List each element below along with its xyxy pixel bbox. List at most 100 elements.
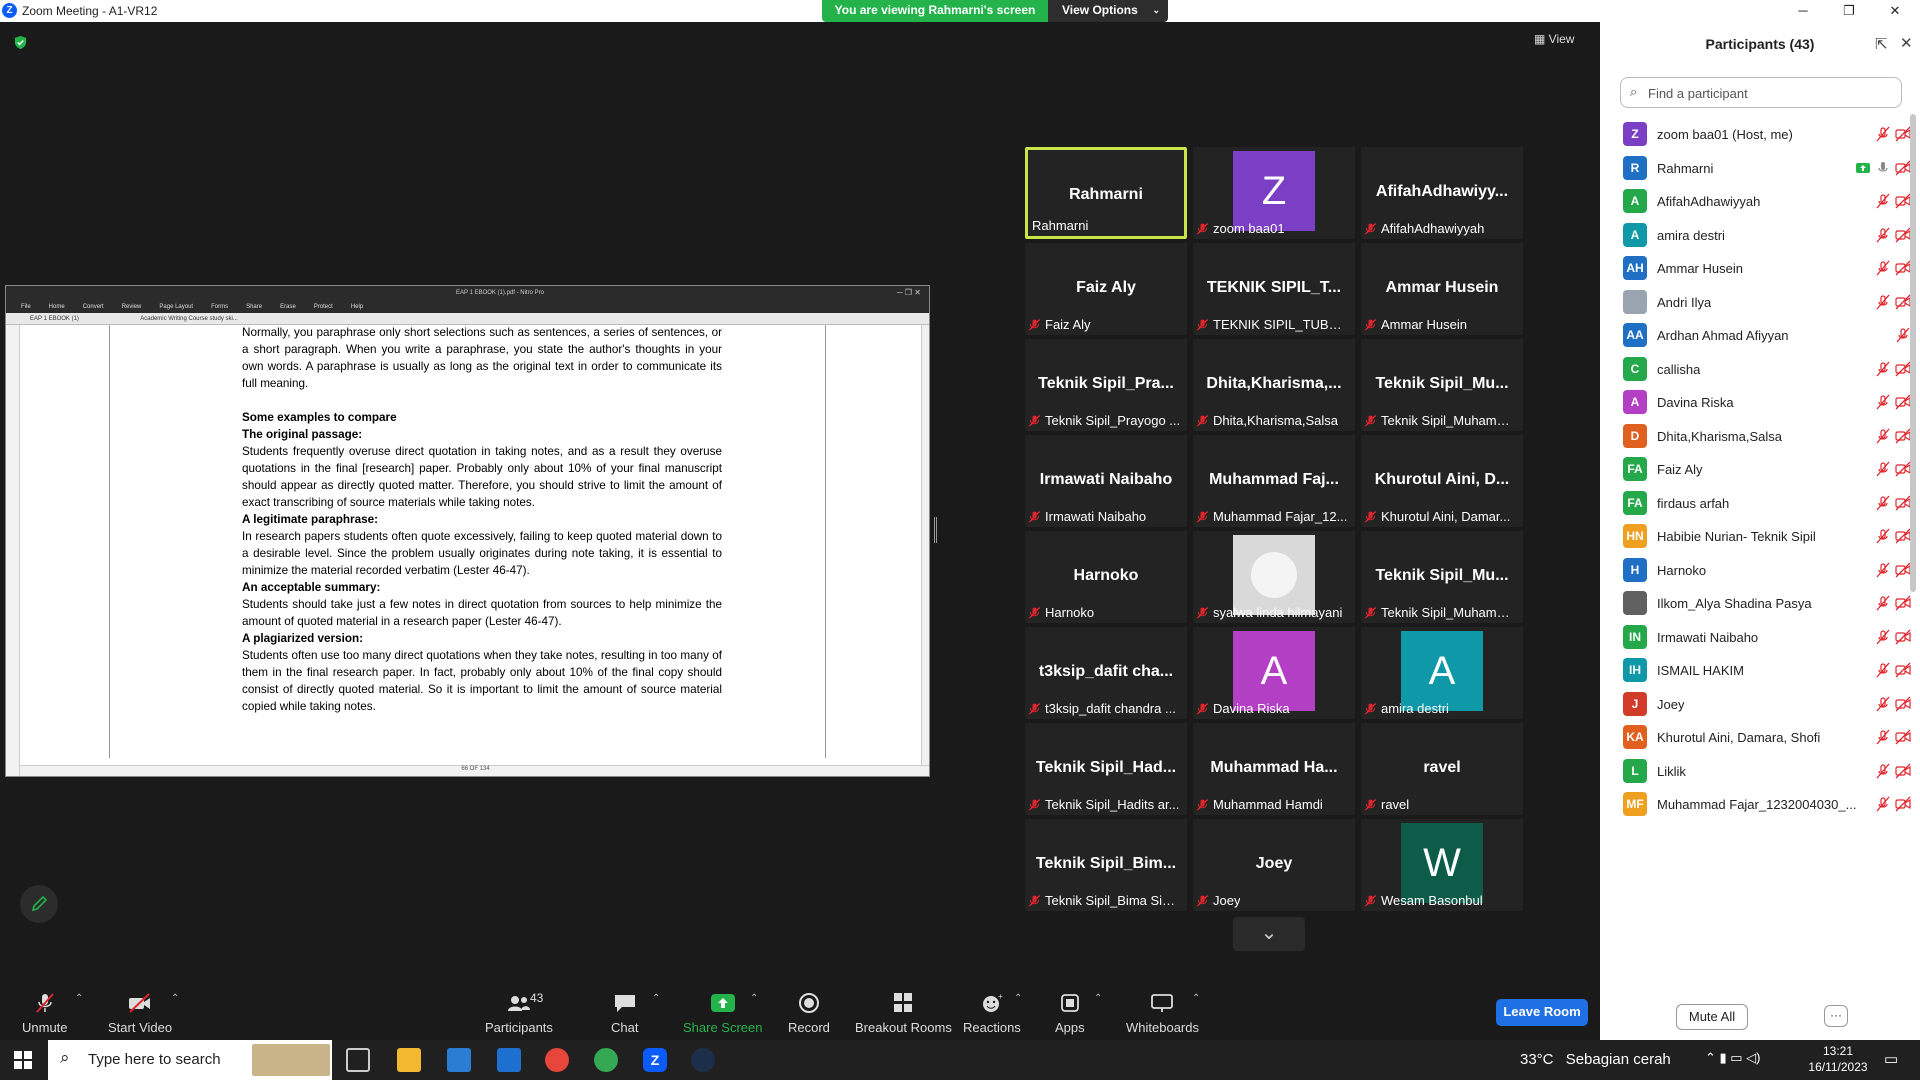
muted-mic-icon[interactable] [1875,528,1891,544]
video-tile[interactable]: Teknik Sipil_Had... Teknik Sipil_Hadits a… [1025,723,1187,815]
video-tile[interactable]: Zzoom baa01 [1193,147,1355,239]
video-tile[interactable]: Dhita,Kharisma,... Dhita,Kharisma,Salsa [1193,339,1355,431]
video-off-icon[interactable] [1895,394,1911,410]
muted-mic-icon[interactable] [1875,729,1891,745]
video-tile[interactable]: Joey Joey [1193,819,1355,911]
muted-mic-icon[interactable] [1875,763,1891,779]
view-button[interactable]: ▦ View [1534,32,1574,46]
gallery-next-page-button[interactable]: ⌄ [1233,917,1305,951]
video-tile[interactable]: A Davina Riska [1193,627,1355,719]
popout-icon[interactable]: ⇱ [1875,35,1888,53]
video-off-icon[interactable] [1895,662,1911,678]
video-off-icon[interactable] [1895,193,1911,209]
muted-mic-icon[interactable] [1875,260,1891,276]
apps-options-caret[interactable]: ⌃ [1094,993,1102,1004]
video-tile[interactable]: Aamira destri [1361,627,1523,719]
reactions-button[interactable]: + Reactions [963,992,1021,1035]
muted-mic-icon[interactable] [1875,629,1891,645]
video-off-icon[interactable] [1895,160,1911,176]
whiteboards-button[interactable]: Whiteboards [1126,992,1199,1035]
muted-mic-icon[interactable] [1875,461,1891,477]
video-off-icon[interactable] [1895,696,1911,712]
video-tile[interactable]: TEKNIK SIPIL_T... TEKNIK SIPIL_TUBAG... [1193,243,1355,335]
mute-all-button[interactable]: Mute All [1676,1004,1748,1030]
microsoft-store-icon[interactable] [447,1048,471,1072]
taskbar-search-box[interactable]: ⌕ Type here to search [48,1040,332,1080]
video-tile[interactable]: Teknik Sipil_Pra... Teknik Sipil_Prayogo … [1025,339,1187,431]
video-tile[interactable]: t3ksip_dafit cha... t3ksip_dafit chandra … [1025,627,1187,719]
weather-widget[interactable]: 33°C Sebagian cerah [1520,1051,1671,1068]
sharing-screen-icon[interactable] [1855,160,1871,176]
video-tile[interactable]: Irmawati Naibaho Irmawati Naibaho [1025,435,1187,527]
system-tray-icons[interactable]: ⌃ ▮ ▭ ◁) [1705,1050,1761,1066]
chat-button[interactable]: Chat [611,992,638,1035]
video-off-icon[interactable] [1895,562,1911,578]
participant-list-scrollbar[interactable] [1910,114,1916,592]
muted-mic-icon[interactable] [1875,394,1891,410]
apps-button[interactable]: Apps [1055,992,1085,1035]
audio-options-caret[interactable]: ⌃ [75,993,83,1004]
muted-mic-icon[interactable] [1895,327,1911,343]
mic-icon[interactable] [1875,160,1891,176]
video-tile[interactable]: W Wesam Basonbul [1361,819,1523,911]
video-tile[interactable]: Faiz Aly Faiz Aly [1025,243,1187,335]
breakout-rooms-button[interactable]: Breakout Rooms [855,992,952,1035]
share-options-caret[interactable]: ⌃ [750,993,758,1004]
participant-row[interactable]: MF Muhammad Fajar_1232004030_... [1620,784,1911,825]
video-tile[interactable]: syalwa linda hilmayani [1193,531,1355,623]
muted-mic-icon[interactable] [1875,562,1891,578]
video-tile[interactable]: Ammar Husein Ammar Husein [1361,243,1523,335]
muted-mic-icon[interactable] [1875,595,1891,611]
video-off-icon[interactable] [1895,294,1911,310]
video-tile[interactable]: Muhammad Faj... Muhammad Fajar_12... [1193,435,1355,527]
video-off-icon[interactable] [1895,126,1911,142]
whiteboards-options-caret[interactable]: ⌃ [1192,993,1200,1004]
muted-mic-icon[interactable] [1875,662,1891,678]
close-window-button[interactable]: ✕ [1872,0,1918,22]
video-off-icon[interactable] [1895,595,1911,611]
video-tile[interactable]: Teknik Sipil_Mu... Teknik Sipil_Muhamm... [1361,531,1523,623]
leave-room-button[interactable]: Leave Room [1496,999,1588,1026]
task-view-icon[interactable] [346,1048,370,1072]
muted-mic-icon[interactable] [1875,227,1891,243]
video-off-icon[interactable] [1895,629,1911,645]
video-tile[interactable]: Khurotul Aini, D... Khurotul Aini, Damar.… [1361,435,1523,527]
muted-mic-icon[interactable] [1875,796,1891,812]
video-off-icon[interactable] [1895,763,1911,779]
zoom-taskbar-icon[interactable]: Z [643,1048,667,1072]
muted-mic-icon[interactable] [1875,361,1891,377]
mail-icon[interactable] [497,1048,521,1072]
file-explorer-icon[interactable] [397,1048,421,1072]
video-off-icon[interactable] [1895,729,1911,745]
obs-icon[interactable] [691,1048,715,1072]
muted-mic-icon[interactable] [1875,193,1891,209]
encryption-shield-icon[interactable] [13,35,28,50]
close-panel-icon[interactable]: ✕ [1900,34,1913,52]
participant-search-input[interactable]: ⌕ Find a participant [1620,77,1902,108]
video-tile[interactable]: Teknik Sipil_Mu... Teknik Sipil_Muhamm... [1361,339,1523,431]
taskbar-clock[interactable]: 13:21 16/11/2023 [1803,1043,1873,1075]
view-options-button[interactable]: View Options ⌄ [1048,0,1168,22]
video-tile[interactable]: ravel ravel [1361,723,1523,815]
restore-button[interactable]: ❐ [1826,0,1872,22]
split-drag-handle[interactable] [934,517,937,543]
start-video-button[interactable]: Start Video [108,992,172,1035]
chrome-profile-icon[interactable] [594,1048,618,1072]
video-off-icon[interactable] [1895,260,1911,276]
video-off-icon[interactable] [1895,528,1911,544]
video-tile[interactable]: Muhammad Ha... Muhammad Hamdi [1193,723,1355,815]
minimize-button[interactable]: ─ [1780,0,1826,22]
video-off-icon[interactable] [1895,227,1911,243]
video-off-icon[interactable] [1895,796,1911,812]
chrome-icon[interactable] [545,1048,569,1072]
muted-mic-icon[interactable] [1875,294,1891,310]
video-tile[interactable]: Teknik Sipil_Bim... Teknik Sipil_Bima Sis… [1025,819,1187,911]
muted-mic-icon[interactable] [1875,428,1891,444]
video-options-caret[interactable]: ⌃ [171,993,179,1004]
annotate-pen-button[interactable] [20,885,58,923]
video-tile[interactable]: Rahmarni Rahmarni [1025,147,1187,239]
more-options-button[interactable]: ··· [1824,1005,1848,1027]
video-off-icon[interactable] [1895,495,1911,511]
muted-mic-icon[interactable] [1875,126,1891,142]
video-off-icon[interactable] [1895,428,1911,444]
